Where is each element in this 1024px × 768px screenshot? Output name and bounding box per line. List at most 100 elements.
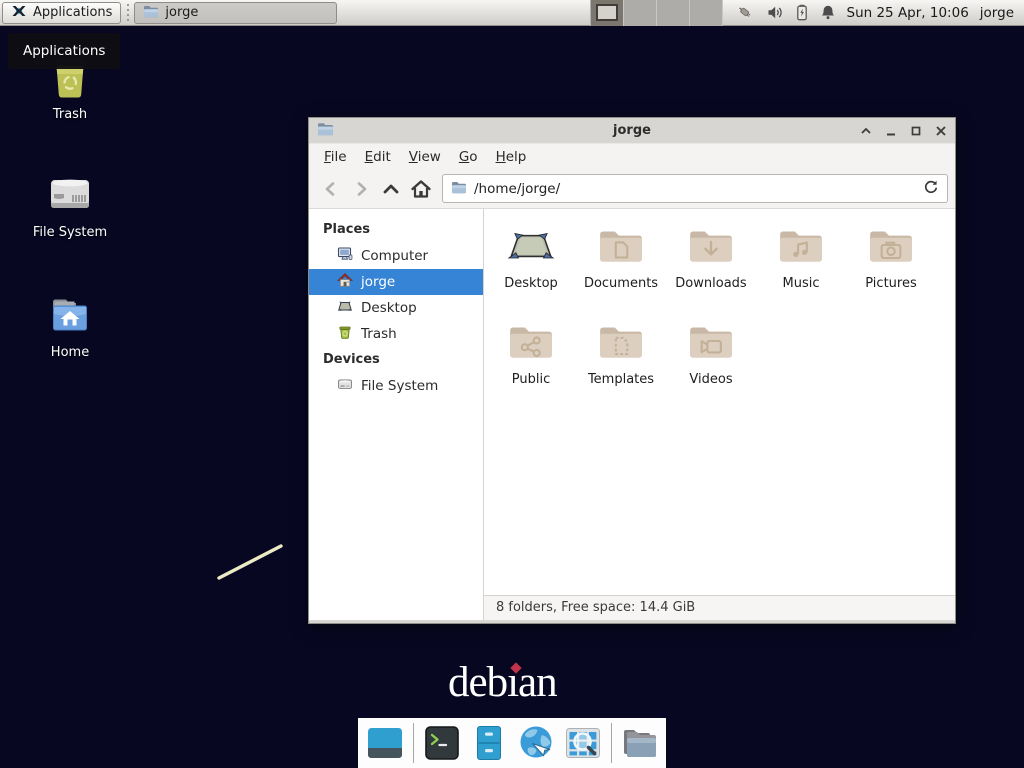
- workspace-2[interactable]: [624, 0, 657, 26]
- tooltip-text: Applications: [23, 43, 105, 59]
- file-item-documents[interactable]: Documents: [577, 223, 665, 319]
- sidebar-header-places: Places: [309, 217, 483, 243]
- file-item-label: Downloads: [675, 276, 746, 291]
- debian-wordmark: debıan: [448, 659, 557, 706]
- sidebar-item-computer[interactable]: Computer: [309, 243, 483, 269]
- minimize-button[interactable]: [885, 125, 897, 137]
- application-finder-icon[interactable]: [564, 724, 602, 762]
- window-title: jorge: [309, 123, 955, 138]
- debian-wallpaper-logo: debıan: [448, 660, 588, 710]
- workspace-4[interactable]: [690, 0, 723, 26]
- forward-button[interactable]: [346, 174, 376, 204]
- volume-icon[interactable]: [767, 5, 784, 20]
- file-item-music[interactable]: Music: [757, 223, 845, 319]
- sidebar-item-desktop[interactable]: Desktop: [309, 295, 483, 321]
- menu-file[interactable]: File: [315, 144, 356, 170]
- menu-go[interactable]: Go: [450, 144, 487, 170]
- menu-view[interactable]: View: [400, 144, 450, 170]
- applications-menu-button[interactable]: Applications: [2, 2, 121, 24]
- bottom-dock: [358, 718, 666, 768]
- taskbar-window-label: jorge: [165, 5, 198, 20]
- dock-separator: [611, 723, 612, 763]
- desktop-icon-label: File System: [33, 225, 107, 240]
- desktop-folder-icon: [506, 223, 556, 271]
- taskbar-window-button[interactable]: jorge: [134, 2, 337, 24]
- file-manager-icon[interactable]: [470, 724, 508, 762]
- drive-icon: [46, 172, 94, 218]
- maximize-button[interactable]: [910, 125, 922, 137]
- toolbar: /home/jorge/: [309, 169, 955, 209]
- terminal-icon[interactable]: [423, 724, 461, 762]
- file-item-templates[interactable]: Templates: [577, 319, 665, 415]
- public-folder-icon: [506, 319, 556, 367]
- sidebar-item-jorge[interactable]: jorge: [309, 269, 483, 295]
- directory-menu-icon[interactable]: [621, 724, 659, 762]
- file-item-videos[interactable]: Videos: [667, 319, 755, 415]
- path-input[interactable]: /home/jorge/: [474, 181, 916, 197]
- workspace-window-preview: [596, 4, 618, 21]
- sidebar-item-trash[interactable]: Trash: [309, 321, 483, 347]
- desktop-icon-home[interactable]: Home: [20, 292, 120, 360]
- sidebar-item-file-system[interactable]: File System: [309, 373, 483, 399]
- desktop-icon-label: Home: [51, 345, 89, 360]
- applications-tooltip: Applications: [8, 33, 120, 69]
- computer-icon: [337, 246, 353, 266]
- home-icon: [337, 272, 353, 292]
- titlebar[interactable]: jorge: [309, 118, 955, 143]
- workspace-3[interactable]: [657, 0, 690, 26]
- dock-separator: [413, 723, 414, 763]
- music-folder-icon: [776, 223, 826, 271]
- file-view: Desktop Documents: [484, 209, 955, 620]
- up-button[interactable]: [376, 174, 406, 204]
- trash-icon: [337, 324, 353, 344]
- panel-separator-handle: [124, 4, 131, 22]
- menu-edit[interactable]: Edit: [356, 144, 400, 170]
- sidebar-header-devices: Devices: [309, 347, 483, 373]
- panel-clock[interactable]: Sun 25 Apr, 10:06: [847, 5, 969, 21]
- window-folder-icon: [317, 120, 334, 141]
- xfce-applications-icon: [11, 3, 27, 23]
- top-panel: Applications jorge: [0, 0, 1024, 26]
- workspace-1[interactable]: [591, 0, 624, 26]
- sidebar-item-label: Desktop: [361, 300, 417, 316]
- sidebar-item-label: Computer: [361, 248, 428, 264]
- sidebar-item-label: jorge: [361, 274, 395, 290]
- desktop-icon-label: Trash: [53, 107, 87, 122]
- sidebar-item-label: File System: [361, 378, 438, 394]
- file-item-public[interactable]: Public: [487, 319, 575, 415]
- back-button[interactable]: [316, 174, 346, 204]
- desktop-icon: [337, 298, 353, 318]
- file-manager-window: jorge File Edit View Go Help: [308, 117, 956, 624]
- file-item-downloads[interactable]: Downloads: [667, 223, 755, 319]
- home-button[interactable]: [406, 174, 436, 204]
- statusbar-text: 8 folders, Free space: 14.4 GiB: [496, 600, 695, 615]
- statusbar: 8 folders, Free space: 14.4 GiB: [484, 595, 955, 620]
- drive-icon: [337, 376, 353, 396]
- folder-icon: [143, 3, 159, 23]
- wallpaper-line-artifact: [210, 538, 294, 588]
- show-desktop-icon[interactable]: [366, 724, 404, 762]
- sidebar-item-label: Trash: [361, 326, 397, 342]
- menubar: File Edit View Go Help: [309, 143, 955, 169]
- shade-button[interactable]: [860, 125, 872, 137]
- workspace-switcher[interactable]: [590, 0, 723, 26]
- path-folder-icon: [451, 179, 467, 199]
- path-bar[interactable]: /home/jorge/: [442, 174, 948, 203]
- menu-help[interactable]: Help: [487, 144, 536, 170]
- close-button[interactable]: [935, 125, 947, 137]
- panel-username[interactable]: jorge: [980, 5, 1014, 21]
- file-item-label: Templates: [588, 372, 654, 387]
- file-item-desktop[interactable]: Desktop: [487, 223, 575, 319]
- desktop-icon-file-system[interactable]: File System: [20, 172, 120, 240]
- downloads-folder-icon: [686, 223, 736, 271]
- power-adapter-icon[interactable]: [737, 4, 756, 22]
- file-item-pictures[interactable]: Pictures: [847, 223, 935, 319]
- documents-folder-icon: [596, 223, 646, 271]
- file-item-label: Pictures: [865, 276, 916, 291]
- applications-menu-label: Applications: [33, 5, 112, 20]
- web-browser-icon[interactable]: [517, 724, 555, 762]
- file-item-label: Videos: [689, 372, 732, 387]
- battery-icon[interactable]: [795, 4, 809, 21]
- notifications-bell-icon[interactable]: [820, 4, 836, 21]
- reload-button[interactable]: [923, 179, 939, 199]
